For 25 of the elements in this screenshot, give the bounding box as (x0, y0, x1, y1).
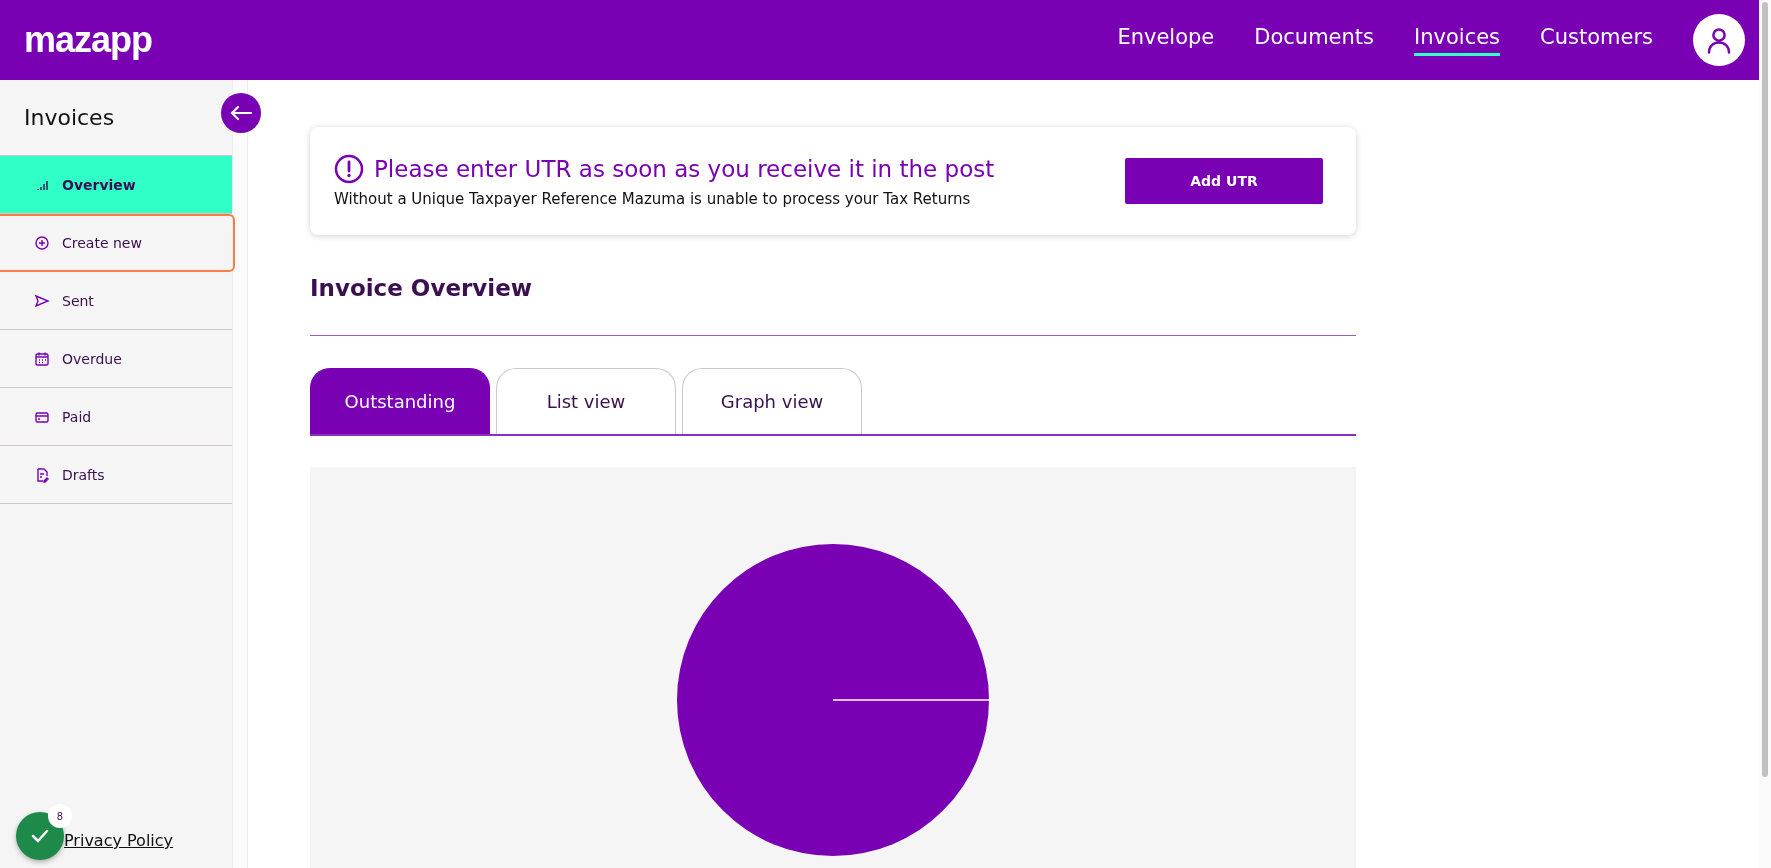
collapse-sidebar-button[interactable] (221, 93, 261, 133)
nav-link[interactable]: Invoices (1414, 24, 1501, 56)
view-tab[interactable]: List view (496, 368, 676, 434)
send-icon (34, 292, 50, 309)
app-logo[interactable]: mazapp (24, 19, 153, 61)
view-tab[interactable]: Graph view (682, 368, 862, 434)
user-avatar-button[interactable] (1693, 14, 1745, 66)
notice-text: Without a Unique Taxpayer Reference Mazuma is unable to process your Tax Returns (334, 190, 972, 208)
notification-count-badge: 8 (48, 804, 72, 828)
add-utr-button[interactable]: Add UTR (1125, 158, 1323, 204)
view-tab[interactable]: Outstanding (310, 368, 490, 434)
status-check-button[interactable] (16, 812, 64, 860)
notice-title: Please enter UTR as soon as you receive it in the post (374, 156, 995, 182)
section-title: Invoice Overview (310, 275, 534, 301)
alert-icon (334, 154, 364, 184)
privacy-policy-link[interactable]: Privacy Policy (64, 831, 174, 850)
sidebar-item[interactable]: Overview (0, 156, 232, 214)
nav-link[interactable]: Documents (1254, 24, 1374, 56)
document-edit-icon (34, 466, 50, 483)
sidebar-title: Invoices (24, 105, 115, 130)
arrow-left-icon (229, 105, 253, 121)
calendar-icon (34, 350, 50, 367)
nav-link[interactable]: Envelope (1117, 24, 1215, 56)
nav-link[interactable]: Customers (1540, 24, 1653, 56)
plus-circle-icon (34, 235, 50, 251)
